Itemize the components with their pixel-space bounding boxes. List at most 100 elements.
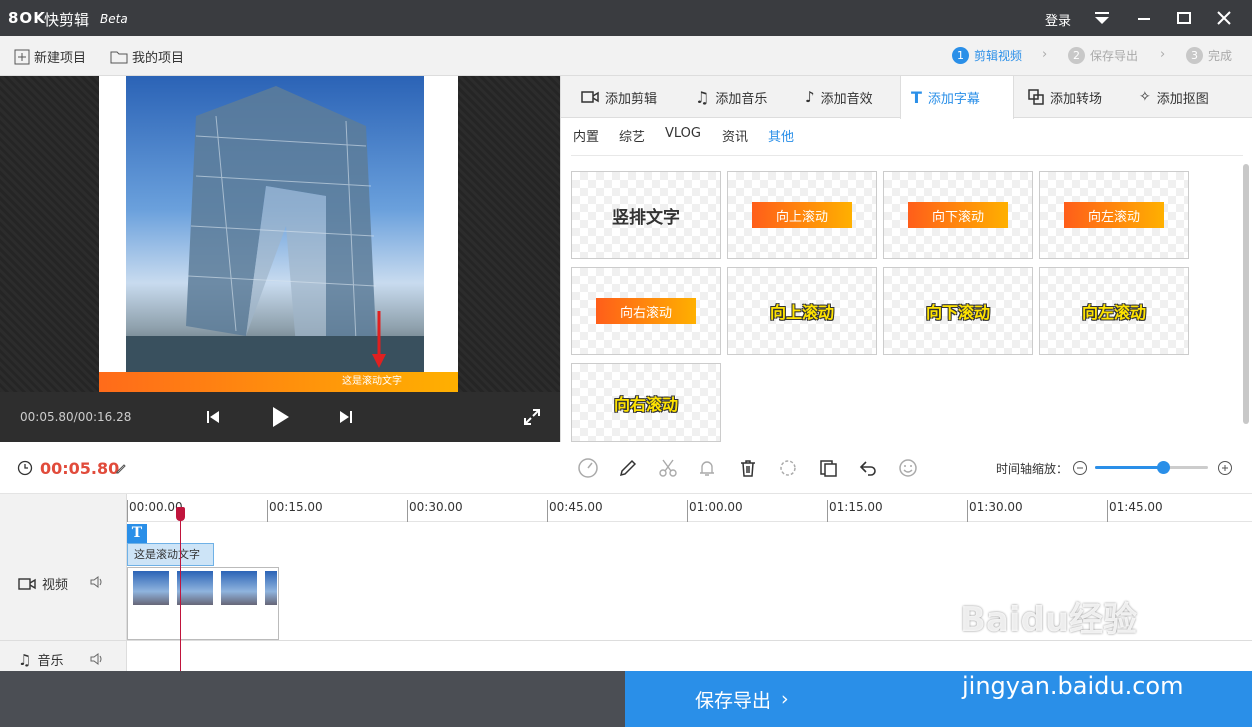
menu-icon[interactable]	[1090, 6, 1114, 30]
tile-label: 向上滚动	[752, 202, 852, 228]
tile-label: 向下滚动	[908, 202, 1008, 228]
panel-scrollbar[interactable]	[1243, 164, 1249, 424]
speaker-icon[interactable]	[89, 651, 105, 671]
ruler-tick: 00:45.00	[547, 500, 603, 522]
subtitle-tile-scroll-right-yellow[interactable]: 向右滚动	[571, 363, 721, 442]
edit-toolbar: 00:05.80 时间轴缩放：	[0, 442, 1252, 494]
ruler-tick: 01:00.00	[687, 500, 743, 522]
step-number: 1	[952, 47, 969, 64]
undo-icon[interactable]	[856, 456, 880, 480]
speed-icon[interactable]	[576, 456, 600, 480]
playhead-handle[interactable]	[176, 507, 185, 521]
subtitle-tile-scroll-down-yellow[interactable]: 向下滚动	[883, 267, 1033, 355]
edit-time-icon[interactable]	[111, 456, 131, 480]
folder-icon	[110, 51, 128, 63]
video-camera-icon	[18, 577, 36, 590]
trash-icon[interactable]	[736, 456, 760, 480]
speaker-icon[interactable]	[89, 574, 105, 594]
zoom-label: 时间轴缩放：	[996, 462, 1069, 476]
fullscreen-icon[interactable]	[519, 404, 545, 430]
tab-add-clip[interactable]: 添加剪辑	[571, 76, 667, 118]
divider	[571, 155, 1243, 156]
zoom-slider[interactable]	[1095, 461, 1208, 474]
minimize-icon[interactable]	[1132, 6, 1156, 30]
next-frame-icon[interactable]	[333, 404, 359, 430]
pencil-icon[interactable]	[616, 456, 640, 480]
step-label: 完成	[1208, 49, 1233, 63]
tab-add-music[interactable]: ♫ 添加音乐	[685, 76, 777, 118]
video-clip[interactable]	[127, 567, 279, 640]
step-export: 2 保存导出	[1068, 47, 1138, 64]
clip-thumbnail	[176, 570, 214, 606]
new-project-button[interactable]: 新建项目	[14, 47, 86, 66]
app-logo: 8OK	[8, 9, 46, 27]
sound-effect-icon: ♪	[805, 88, 815, 106]
subtab-other[interactable]: 其他	[768, 126, 794, 145]
my-projects-label: 我的项目	[132, 51, 185, 66]
clock-icon	[13, 456, 37, 480]
scissors-icon[interactable]	[656, 456, 680, 480]
subtab-vlog[interactable]: VLOG	[665, 126, 701, 141]
tab-label: 添加转场	[1050, 91, 1103, 107]
chevron-right-icon: ›	[1160, 47, 1166, 62]
chevron-right-icon: ›	[781, 688, 789, 710]
zoom-in-icon[interactable]	[1213, 456, 1237, 480]
my-projects-button[interactable]: 我的项目	[110, 47, 184, 66]
previous-frame-icon[interactable]	[200, 404, 226, 430]
music-note-icon: ♫	[18, 650, 32, 669]
subtitle-tile-scroll-right-bar[interactable]: 向右滚动	[571, 267, 721, 355]
subtitle-tile-scroll-left-bar[interactable]: 向左滚动	[1039, 171, 1189, 259]
track-name: 音乐	[37, 654, 64, 669]
subtitle-tile-scroll-down-bar[interactable]: 向下滚动	[883, 171, 1033, 259]
timeline-ruler[interactable]: 00:00.00 00:15.00 00:30.00 00:45.00 01:0…	[127, 494, 1252, 522]
step-number: 2	[1068, 47, 1085, 64]
ruler-tick: 00:15.00	[267, 500, 323, 522]
text-clip-icon: T	[127, 524, 147, 543]
title-bar: 8OK 快剪辑 Beta 登录	[0, 0, 1252, 36]
subtitle-tile-scroll-left-yellow[interactable]: 向左滚动	[1039, 267, 1189, 355]
clip-thumbnail	[132, 570, 170, 606]
close-icon[interactable]	[1212, 6, 1236, 30]
track-name: 视频	[42, 578, 69, 593]
emoji-icon[interactable]	[896, 456, 920, 480]
tile-label: 向左滚动	[1064, 202, 1164, 228]
main-toolbar: 新建项目 我的项目 1 剪辑视频 › 2 保存导出 › 3 完成	[0, 36, 1252, 76]
transition-icon	[1028, 89, 1044, 105]
unlink-icon[interactable]	[776, 456, 800, 480]
maximize-icon[interactable]	[1172, 6, 1196, 30]
zoom-out-icon[interactable]	[1068, 456, 1092, 480]
watermark-url: jingyan.baidu.com	[962, 672, 1184, 700]
text-clip[interactable]: 这是滚动文字	[127, 543, 214, 566]
chevron-right-icon: ›	[1042, 47, 1048, 62]
subtab-news[interactable]: 资讯	[722, 126, 748, 145]
preview-caption: 这是滚动文字	[99, 372, 458, 392]
beta-badge: Beta	[100, 12, 128, 26]
subtitle-tile-vertical[interactable]: 竖排文字	[571, 171, 721, 259]
subtab-variety[interactable]: 综艺	[619, 126, 645, 145]
plus-square-icon	[14, 49, 30, 64]
tab-label: 添加音乐	[715, 91, 768, 107]
tab-add-transition[interactable]: 添加转场	[1018, 76, 1112, 118]
video-camera-icon	[581, 91, 599, 103]
play-icon[interactable]	[267, 404, 293, 430]
subtitle-tile-scroll-up-bar[interactable]: 向上滚动	[727, 171, 877, 259]
zoom-slider-knob[interactable]	[1156, 461, 1170, 474]
copy-icon[interactable]	[816, 456, 840, 480]
subtitle-tile-scroll-up-yellow[interactable]: 向上滚动	[727, 267, 877, 355]
tab-add-sound-effect[interactable]: ♪ 添加音效	[795, 76, 883, 118]
clip-thumbnail	[264, 570, 278, 606]
video-preview: 这是滚动文字 00:05.80/00:16.28	[0, 76, 560, 442]
step-label: 剪辑视频	[974, 49, 1023, 63]
bell-icon[interactable]	[695, 456, 719, 480]
baidu-watermark: Baidu经验	[960, 600, 1138, 640]
step-number: 3	[1186, 47, 1203, 64]
music-track-label: ♫ 音乐	[18, 650, 64, 670]
login-link[interactable]: 登录	[1045, 10, 1071, 29]
tab-add-subtitle[interactable]: T 添加字幕	[900, 76, 1014, 119]
ruler-tick: 00:30.00	[407, 500, 463, 522]
tab-add-cutout[interactable]: ✧ 添加抠图	[1129, 76, 1219, 118]
ruler-tick: 01:30.00	[967, 500, 1023, 522]
ruler-tick: 01:15.00	[827, 500, 883, 522]
subtab-builtin[interactable]: 内置	[573, 126, 599, 145]
clip-thumbnail	[220, 570, 258, 606]
